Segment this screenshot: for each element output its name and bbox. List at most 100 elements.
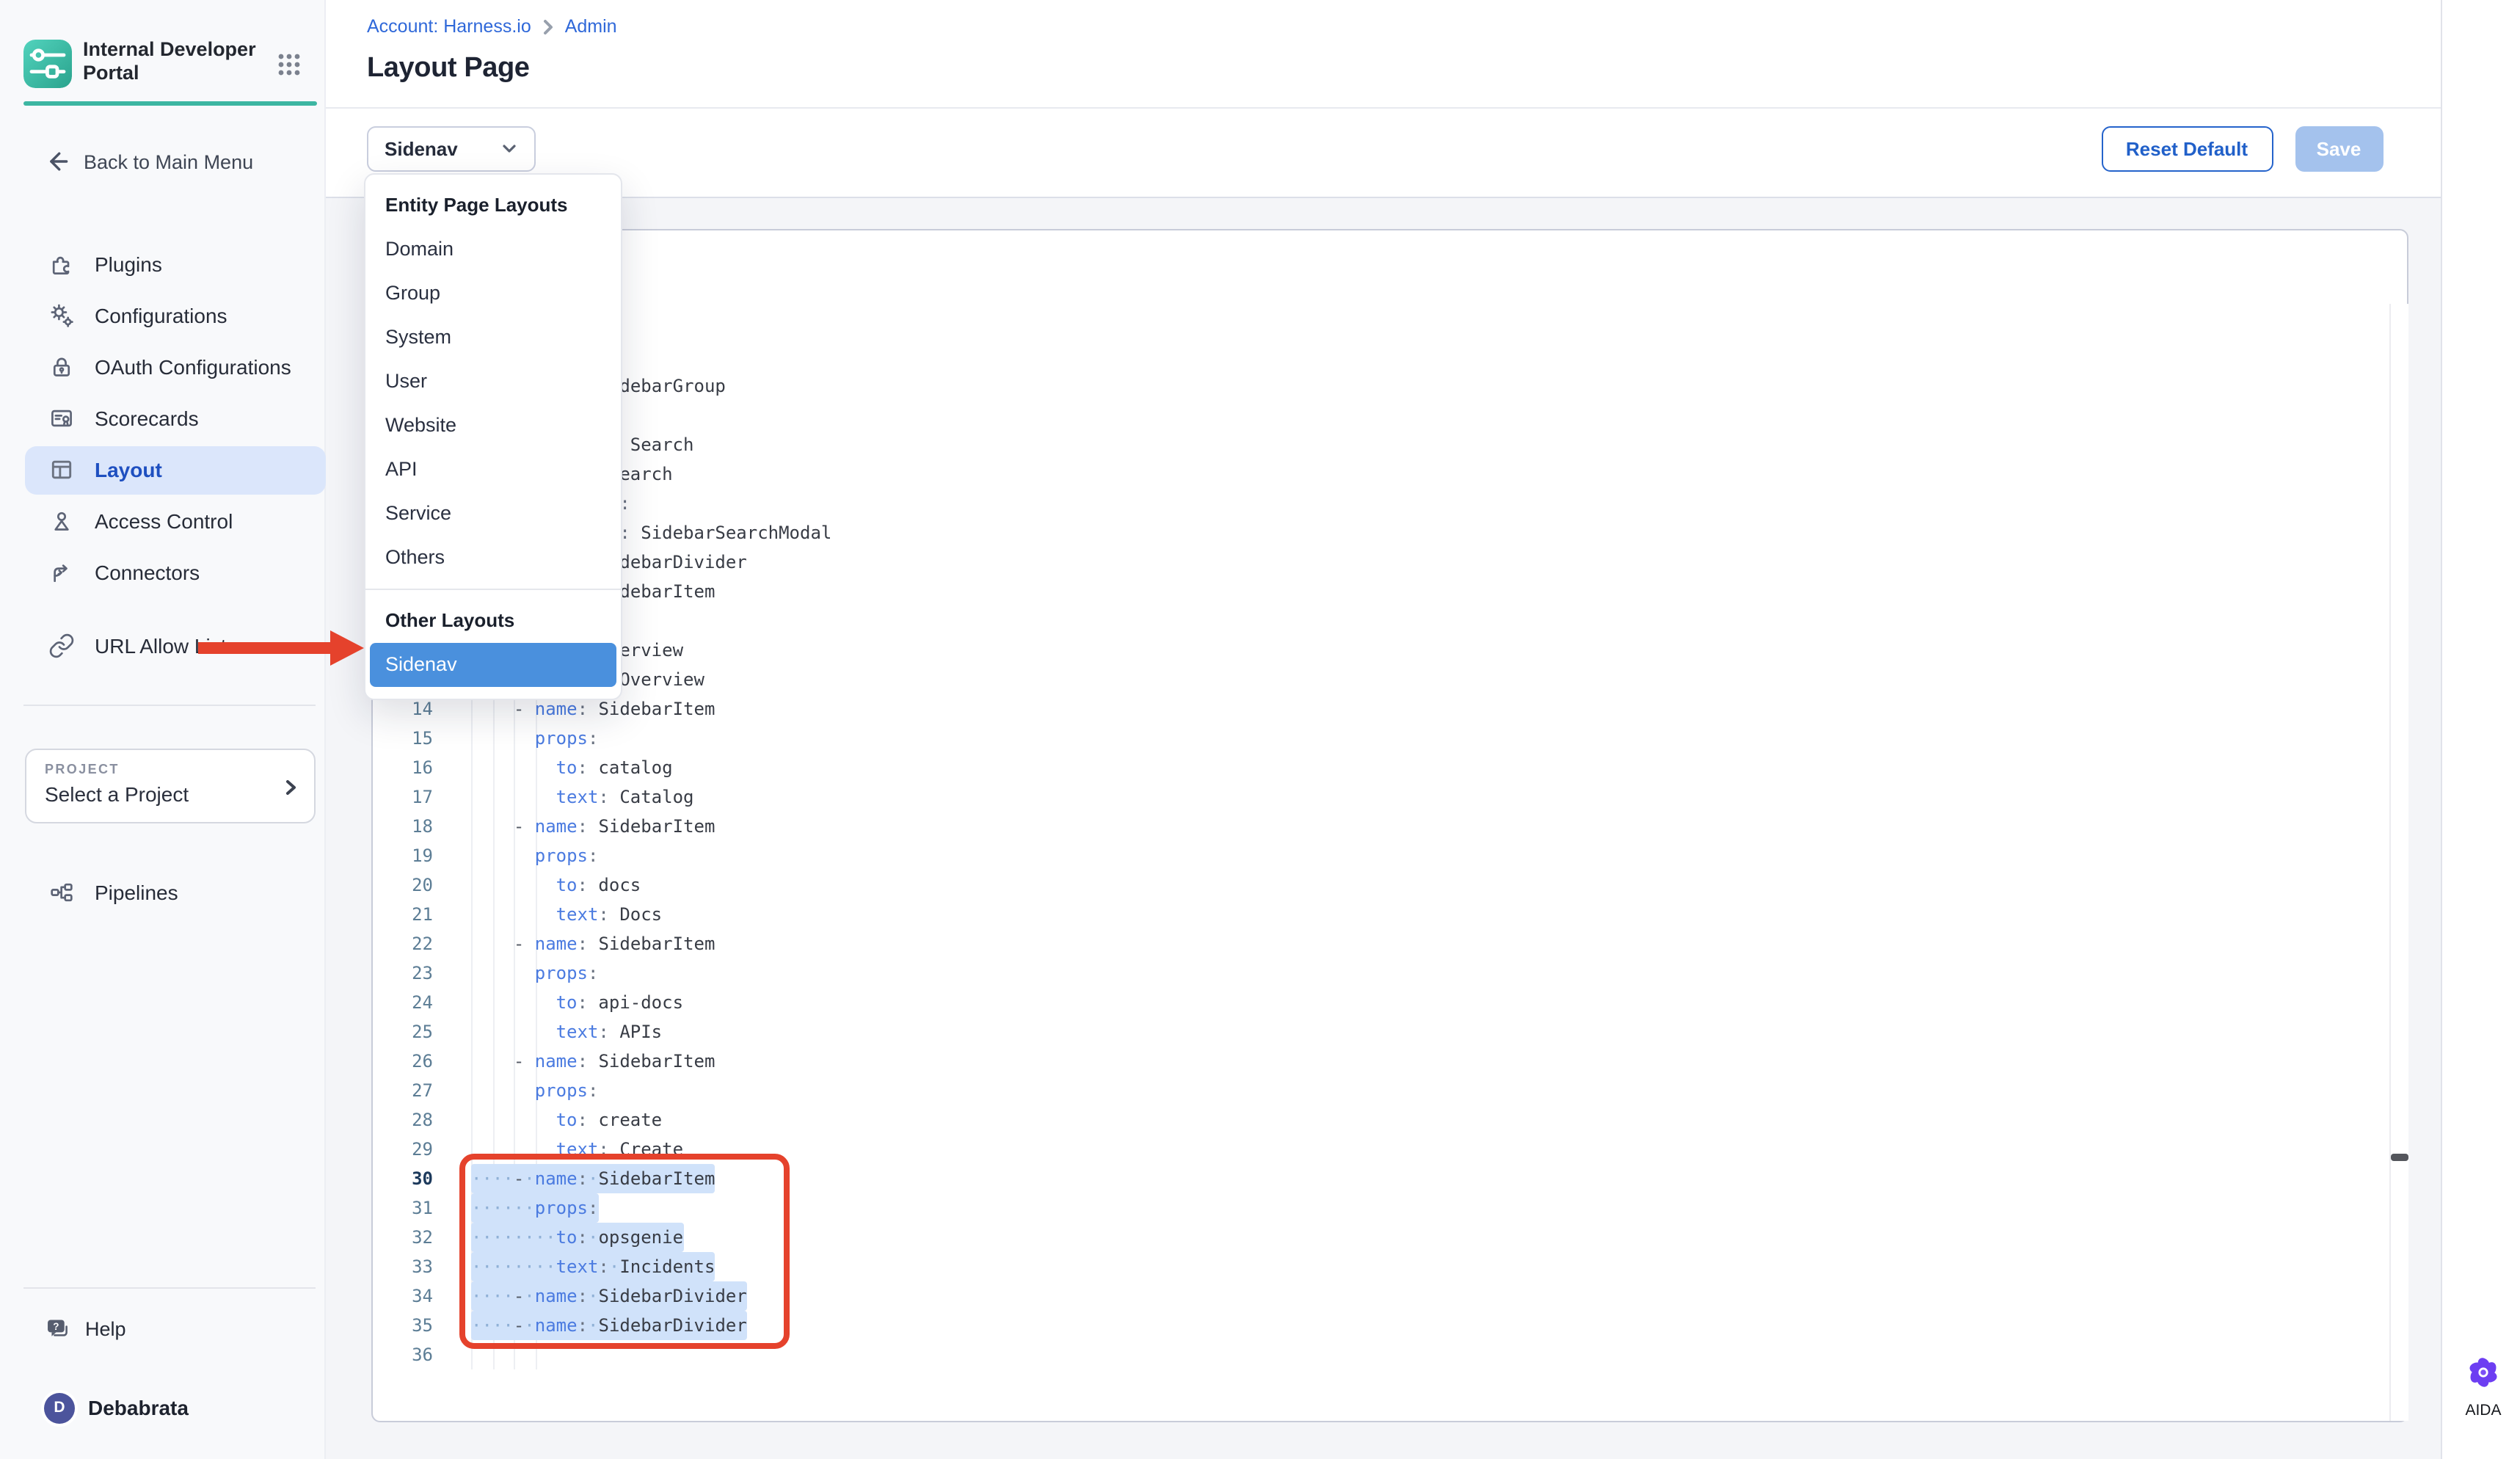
code-line[interactable]: 25 text: APIs <box>371 1016 2387 1046</box>
code-text: props: <box>471 840 598 870</box>
back-to-main-menu[interactable]: Back to Main Menu <box>44 145 308 178</box>
idp-logo-icon <box>23 39 71 87</box>
puzzle-icon <box>48 251 74 277</box>
line-number: 36 <box>371 1339 433 1369</box>
aida-button[interactable]: AIDA <box>2463 1353 2504 1415</box>
code-line[interactable]: 10 - name: SidebarItem <box>371 576 2387 605</box>
sidebar-item-layout[interactable]: Layout <box>24 445 325 494</box>
code-line[interactable]: 11 props: <box>371 605 2387 635</box>
aida-icon <box>2464 1353 2502 1391</box>
code-line[interactable]: 4 props: <box>371 400 2387 429</box>
code-line[interactable]: 21 text: Docs <box>371 899 2387 928</box>
sidebar-item-plugins[interactable]: Plugins <box>24 240 325 288</box>
sidebar-item-configurations[interactable]: Configurations <box>24 291 325 340</box>
help-button[interactable]: ? Help <box>44 1311 279 1346</box>
sidebar-item-access-control[interactable]: Access Control <box>24 497 325 545</box>
code-line[interactable]: 1page: <box>371 312 2387 341</box>
menu-item-service[interactable]: Service <box>365 492 621 536</box>
code-line[interactable]: 2 children: <box>371 341 2387 371</box>
reset-default-button[interactable]: Reset Default <box>2101 126 2273 172</box>
pipelines-icon <box>48 879 74 906</box>
app-grid-icon[interactable] <box>277 53 301 76</box>
code-line[interactable]: 24 to: api-docs <box>371 987 2387 1016</box>
code-text: ········text:·Incidents <box>471 1251 715 1281</box>
code-editor[interactable]: 1page:2 children:3 - name: SidebarGroup4… <box>371 312 2387 1369</box>
menu-item-system[interactable]: System <box>365 316 621 360</box>
page-title: Layout Page <box>367 53 530 85</box>
code-line[interactable]: 18 - name: SidebarItem <box>371 811 2387 840</box>
code-line[interactable]: 12 to: overview <box>371 635 2387 664</box>
save-button[interactable]: Save <box>2295 126 2383 172</box>
sidebar-item-url-allow-list[interactable]: URL Allow List <box>24 622 325 670</box>
help-chat-icon: ? <box>44 1315 70 1342</box>
code-text: text: Catalog <box>471 782 693 811</box>
code-line[interactable]: 22 - name: SidebarItem <box>371 928 2387 958</box>
code-text: text: Create <box>471 1134 683 1163</box>
sidebar-item-label: Connectors <box>95 561 200 584</box>
project-selector[interactable]: PROJECT Select a Project <box>24 749 315 823</box>
code-line[interactable]: 19 props: <box>371 840 2387 870</box>
line-number: 17 <box>371 782 433 811</box>
code-line[interactable]: 31······props: <box>371 1193 2387 1222</box>
code-line[interactable]: 35····-·name:·SidebarDivider <box>371 1310 2387 1339</box>
aida-label: AIDA <box>2463 1402 2504 1419</box>
code-line[interactable]: 26 - name: SidebarItem <box>371 1046 2387 1075</box>
sidebar-item-label: Scorecards <box>95 407 199 430</box>
code-line[interactable]: 27 props: <box>371 1075 2387 1105</box>
code-line[interactable]: 20 to: docs <box>371 870 2387 899</box>
menu-item-website[interactable]: Website <box>365 404 621 448</box>
code-text: - name: SidebarItem <box>471 811 715 840</box>
code-line[interactable]: 3 - name: SidebarGroup <box>371 371 2387 400</box>
code-line[interactable]: 30····-·name:·SidebarItem <box>371 1163 2387 1193</box>
link-icon <box>48 633 74 659</box>
code-line[interactable]: 36 <box>371 1339 2387 1369</box>
line-number: 26 <box>371 1046 433 1075</box>
sidebar-item-connectors[interactable]: Connectors <box>24 548 325 597</box>
breadcrumb-chevron-icon <box>542 18 555 34</box>
sidebar-item-label: URL Allow List <box>95 634 227 658</box>
menu-item-user[interactable]: User <box>365 360 621 404</box>
code-text: props: <box>471 723 598 752</box>
sidebar-item-pipelines[interactable]: Pipelines <box>24 868 325 917</box>
code-line[interactable]: 16 to: catalog <box>371 752 2387 782</box>
layout-type-select[interactable]: Sidenav <box>367 126 536 172</box>
line-number: 21 <box>371 899 433 928</box>
code-line[interactable]: 8 - name: SidebarSearchModal <box>371 517 2387 547</box>
sidebar-item-label: Configurations <box>95 304 227 327</box>
line-number: 15 <box>371 723 433 752</box>
svg-text:?: ? <box>53 1321 59 1332</box>
breadcrumb-account-link[interactable]: Account: Harness.io <box>367 16 531 37</box>
editor-scrollbar-thumb[interactable] <box>2391 1154 2408 1161</box>
app-title: Internal DeveloperPortal <box>83 38 274 84</box>
menu-item-others[interactable]: Others <box>365 536 621 580</box>
menu-item-api[interactable]: API <box>365 448 621 492</box>
sidebar-item-scorecards[interactable]: Scorecards <box>24 394 325 443</box>
avatar: D <box>44 1392 75 1423</box>
code-line[interactable]: 34····-·name:·SidebarDivider <box>371 1281 2387 1310</box>
code-line[interactable]: 9 - name: SidebarDivider <box>371 547 2387 576</box>
menu-item-group[interactable]: Group <box>365 272 621 316</box>
code-line[interactable]: 28 to: create <box>371 1105 2387 1134</box>
code-line[interactable]: 32········to:·opsgenie <box>371 1222 2387 1251</box>
code-line[interactable]: 5 label: Search <box>371 429 2387 459</box>
sidebar-divider <box>23 705 316 706</box>
code-line[interactable]: 23 props: <box>371 958 2387 987</box>
breadcrumb-admin-link[interactable]: Admin <box>565 16 617 37</box>
user-menu[interactable]: D Debabrata <box>44 1390 308 1425</box>
project-eyebrow: PROJECT <box>45 762 120 776</box>
sidebar-item-oauth-configurations[interactable]: OAuth Configurations <box>24 343 325 391</box>
code-line[interactable]: 17 text: Catalog <box>371 782 2387 811</box>
scorecard-icon <box>48 405 74 432</box>
menu-item-domain[interactable]: Domain <box>365 228 621 272</box>
code-line[interactable]: 33········text:·Incidents <box>371 1251 2387 1281</box>
code-line[interactable]: 7 children: <box>371 488 2387 517</box>
code-text: to: create <box>471 1105 662 1134</box>
code-line[interactable]: 6 to: /search <box>371 459 2387 488</box>
code-line[interactable]: 14 - name: SidebarItem <box>371 694 2387 723</box>
code-line[interactable]: 15 props: <box>371 723 2387 752</box>
menu-item-sidenav[interactable]: Sidenav <box>369 643 616 687</box>
code-line[interactable]: 29 text: Create <box>371 1134 2387 1163</box>
editor-scrollbar-track[interactable] <box>2389 304 2408 1421</box>
code-line[interactable]: 13 text: Overview <box>371 664 2387 694</box>
line-number: 19 <box>371 840 433 870</box>
